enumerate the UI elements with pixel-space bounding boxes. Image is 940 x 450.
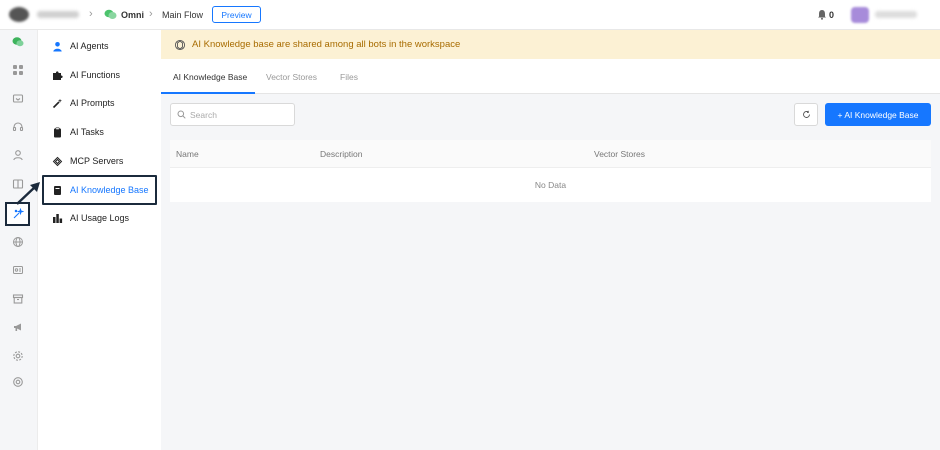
sidebar-item-label: AI Agents xyxy=(70,41,109,51)
chat-icon[interactable] xyxy=(11,35,25,49)
preview-button[interactable]: Preview xyxy=(212,6,261,23)
column-header-vector-stores[interactable]: Vector Stores xyxy=(594,149,645,159)
highlight-box xyxy=(42,175,157,205)
sidebar-item-label: AI Usage Logs xyxy=(70,213,130,223)
empty-state-text: No Data xyxy=(534,180,567,190)
tab-bar: AI Knowledge Base Vector Stores Files xyxy=(161,59,940,94)
ai-tools-sidebar: AI Agents AI Functions AI Prompts AI Tas… xyxy=(38,30,161,450)
user-icon xyxy=(52,41,63,52)
breadcrumb-flow-name[interactable]: Main Flow xyxy=(162,10,203,20)
sparkle-wand-icon xyxy=(13,208,24,219)
openai-icon xyxy=(174,39,186,50)
sidebar-item-label: AI Prompts xyxy=(70,98,115,108)
bell-icon[interactable] xyxy=(817,9,827,20)
sidebar-item-ai-functions[interactable]: AI Functions xyxy=(38,62,161,88)
tab-ai-knowledge-base[interactable]: AI Knowledge Base xyxy=(173,72,247,82)
headset-icon[interactable] xyxy=(11,120,25,134)
settings-icon[interactable] xyxy=(11,349,25,363)
sidebar-item-ai-agents[interactable]: AI Agents xyxy=(38,33,161,59)
breadcrumb-bot-name[interactable]: Omni xyxy=(121,10,144,20)
banner-text: AI Knowledge base are shared among all b… xyxy=(192,39,461,50)
sidebar-item-label: MCP Servers xyxy=(70,156,124,166)
column-header-description[interactable]: Description xyxy=(320,149,363,159)
id-card-icon[interactable] xyxy=(11,263,25,277)
inbox-icon[interactable] xyxy=(11,92,25,106)
tab-vector-stores[interactable]: Vector Stores xyxy=(266,72,317,82)
search-icon xyxy=(177,110,186,119)
contacts-icon[interactable] xyxy=(11,148,25,162)
clipboard-icon xyxy=(52,127,63,138)
icon-rail xyxy=(0,30,38,450)
chat-bot-icon xyxy=(104,9,117,19)
bar-chart-icon xyxy=(52,213,63,224)
magic-wand-icon xyxy=(52,98,63,109)
top-bar: › Omni › Main Flow Preview 0 xyxy=(0,0,940,30)
sidebar-item-ai-usage-logs[interactable]: AI Usage Logs xyxy=(38,205,161,231)
breadcrumb-chevron-icon: › xyxy=(89,8,93,20)
search-box[interactable] xyxy=(170,103,295,126)
sidebar-item-ai-tasks[interactable]: AI Tasks xyxy=(38,119,161,145)
sidebar-item-label: AI Functions xyxy=(70,70,121,80)
column-header-name[interactable]: Name xyxy=(176,149,199,159)
puzzle-icon xyxy=(52,70,63,81)
sidebar-item-mcp-servers[interactable]: MCP Servers xyxy=(38,148,161,174)
main-content: AI Knowledge base are shared among all b… xyxy=(161,30,940,450)
dashboard-icon[interactable] xyxy=(11,63,25,77)
tab-files[interactable]: Files xyxy=(340,72,358,82)
info-banner: AI Knowledge base are shared among all b… xyxy=(161,30,940,59)
notification-count: 0 xyxy=(829,10,835,20)
table-header: Name Description Vector Stores xyxy=(170,140,931,168)
workspace-avatar[interactable] xyxy=(9,7,29,22)
sidebar-item-label: AI Tasks xyxy=(70,127,104,137)
user-name[interactable] xyxy=(875,11,917,18)
breadcrumb-chevron-icon: › xyxy=(149,8,153,20)
search-input[interactable] xyxy=(190,109,290,120)
megaphone-icon[interactable] xyxy=(11,320,25,334)
knowledge-base-table: Name Description Vector Stores No Data xyxy=(170,140,931,202)
mcp-icon xyxy=(52,156,63,167)
workspace-name[interactable] xyxy=(37,11,79,18)
support-icon[interactable] xyxy=(11,375,25,389)
archive-icon[interactable] xyxy=(11,292,25,306)
globe-icon[interactable] xyxy=(11,235,25,249)
user-avatar[interactable] xyxy=(851,7,869,23)
active-tab-indicator xyxy=(161,92,255,94)
refresh-icon xyxy=(802,110,810,118)
add-knowledge-base-button[interactable]: + AI Knowledge Base xyxy=(825,103,931,126)
refresh-button[interactable] xyxy=(794,103,818,126)
pointer-arrow-icon xyxy=(16,182,40,205)
sidebar-item-ai-prompts[interactable]: AI Prompts xyxy=(38,90,161,116)
